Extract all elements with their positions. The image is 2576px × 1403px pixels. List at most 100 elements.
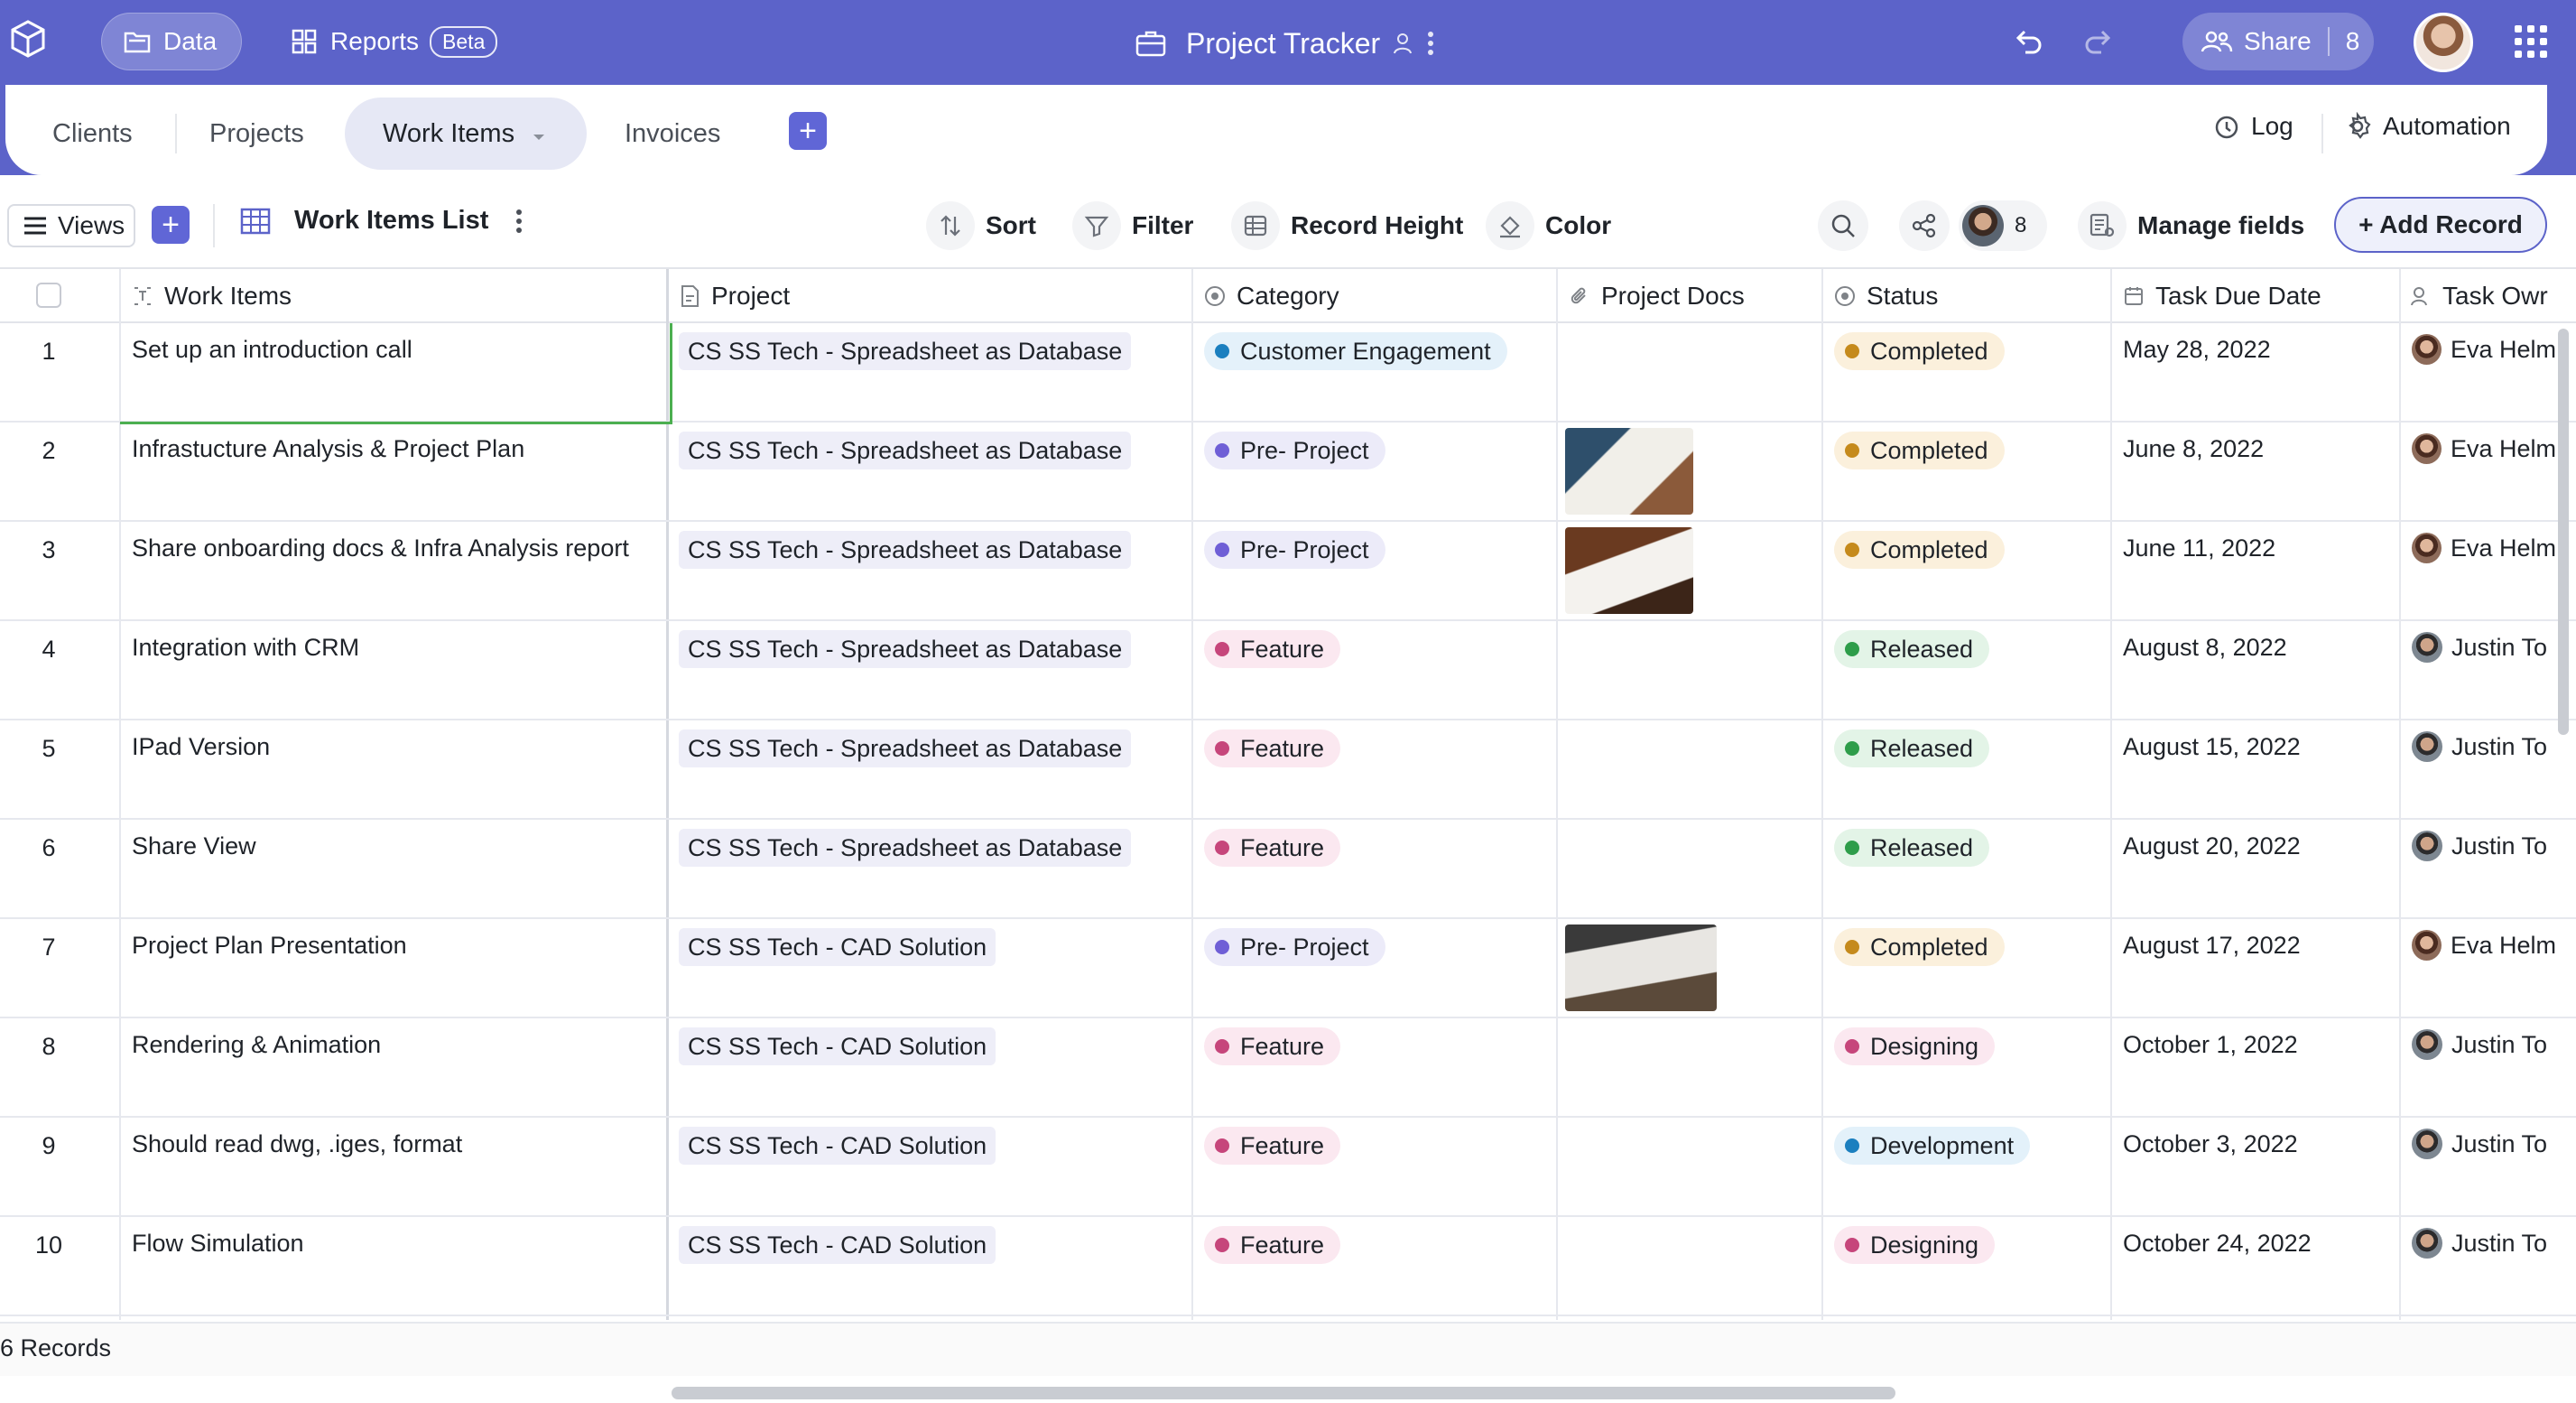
add-view-button[interactable]: + bbox=[152, 206, 190, 244]
color-button[interactable]: Color bbox=[1486, 200, 1611, 251]
tab-projects[interactable]: Projects bbox=[209, 98, 304, 170]
column-header-category[interactable]: Category bbox=[1204, 271, 1339, 321]
task-owner-cell[interactable]: Eva Helm bbox=[2412, 533, 2556, 563]
work-item-cell[interactable]: Flow Simulation bbox=[132, 1230, 655, 1258]
work-item-cell[interactable]: Share View bbox=[132, 832, 655, 860]
work-item-cell[interactable]: Project Plan Presentation bbox=[132, 932, 655, 960]
category-tag[interactable]: Pre- Project bbox=[1204, 432, 1385, 469]
document-thumbnail[interactable] bbox=[1565, 924, 1717, 1011]
project-link-tag[interactable]: CS SS Tech - Spreadsheet as Database bbox=[679, 729, 1132, 767]
redo-icon[interactable] bbox=[2083, 25, 2116, 58]
task-owner-cell[interactable]: Justin To bbox=[2412, 1029, 2556, 1060]
status-tag[interactable]: Completed bbox=[1834, 332, 2005, 370]
category-tag[interactable]: Feature bbox=[1204, 829, 1341, 867]
task-owner-cell[interactable]: Justin To bbox=[2412, 731, 2556, 762]
project-link-tag[interactable]: CS SS Tech - CAD Solution bbox=[679, 1027, 996, 1065]
status-tag[interactable]: Released bbox=[1834, 829, 1990, 867]
share-button[interactable]: Share 8 bbox=[2182, 13, 2374, 70]
work-item-cell[interactable]: Should read dwg, .iges, format bbox=[132, 1130, 655, 1158]
data-nav-button[interactable]: Data bbox=[101, 13, 242, 70]
select-all-checkbox[interactable] bbox=[36, 283, 61, 308]
work-item-cell[interactable]: Share onboarding docs & Infra Analysis r… bbox=[132, 534, 655, 562]
project-link-tag[interactable]: CS SS Tech - Spreadsheet as Database bbox=[679, 630, 1132, 668]
collaborator-icon[interactable] bbox=[1393, 32, 1414, 55]
document-thumbnail[interactable] bbox=[1565, 527, 1693, 614]
due-date-cell[interactable]: June 8, 2022 bbox=[2123, 435, 2264, 463]
user-avatar[interactable] bbox=[2414, 13, 2473, 72]
due-date-cell[interactable]: May 28, 2022 bbox=[2123, 336, 2271, 364]
due-date-cell[interactable]: August 20, 2022 bbox=[2123, 832, 2301, 860]
project-link-tag[interactable]: CS SS Tech - Spreadsheet as Database bbox=[679, 829, 1132, 867]
due-date-cell[interactable]: August 8, 2022 bbox=[2123, 634, 2287, 662]
tab-invoices[interactable]: Invoices bbox=[625, 98, 720, 170]
apps-grid-icon[interactable] bbox=[2515, 25, 2547, 58]
project-link-tag[interactable]: CS SS Tech - CAD Solution bbox=[679, 1226, 996, 1264]
chevron-down-icon[interactable] bbox=[533, 133, 545, 142]
due-date-cell[interactable]: October 24, 2022 bbox=[2123, 1230, 2312, 1258]
task-owner-cell[interactable]: Justin To bbox=[2412, 632, 2556, 663]
more-vertical-icon[interactable] bbox=[1427, 31, 1434, 56]
task-owner-cell[interactable]: Eva Helm bbox=[2412, 930, 2556, 961]
category-tag[interactable]: Feature bbox=[1204, 1127, 1341, 1165]
status-tag[interactable]: Released bbox=[1834, 729, 1990, 767]
due-date-cell[interactable]: June 11, 2022 bbox=[2123, 534, 2275, 562]
column-header-project-docs[interactable]: Project Docs bbox=[1569, 271, 1745, 321]
due-date-cell[interactable]: August 15, 2022 bbox=[2123, 733, 2301, 761]
manage-fields-button[interactable]: Manage fields bbox=[2078, 200, 2304, 251]
project-link-tag[interactable]: CS SS Tech - CAD Solution bbox=[679, 928, 996, 966]
more-vertical-icon[interactable] bbox=[515, 209, 523, 234]
vertical-scrollbar[interactable] bbox=[2558, 329, 2569, 735]
tab-clients[interactable]: Clients bbox=[52, 98, 133, 170]
search-button[interactable] bbox=[1818, 200, 1868, 251]
column-header-work-items[interactable]: Work Items bbox=[132, 271, 292, 321]
column-header-project[interactable]: Project bbox=[679, 271, 790, 321]
document-thumbnail[interactable] bbox=[1565, 428, 1693, 515]
column-header-task-due-date[interactable]: Task Due Date bbox=[2123, 271, 2321, 321]
task-owner-cell[interactable]: Justin To bbox=[2412, 1129, 2556, 1159]
column-header-task-owner[interactable]: Task Owr bbox=[2410, 271, 2548, 321]
due-date-cell[interactable]: August 17, 2022 bbox=[2123, 932, 2301, 960]
category-tag[interactable]: Customer Engagement bbox=[1204, 332, 1507, 370]
status-tag[interactable]: Completed bbox=[1834, 432, 2005, 469]
work-item-cell[interactable]: IPad Version bbox=[132, 733, 655, 761]
category-tag[interactable]: Pre- Project bbox=[1204, 531, 1385, 569]
column-header-status[interactable]: Status bbox=[1834, 271, 1938, 321]
tab-work-items[interactable]: Work Items bbox=[345, 98, 587, 170]
share-view-button[interactable] bbox=[1899, 200, 1950, 251]
add-record-button[interactable]: + Add Record bbox=[2334, 197, 2547, 253]
filter-button[interactable]: Filter bbox=[1072, 200, 1193, 251]
horizontal-scrollbar[interactable] bbox=[672, 1387, 1895, 1399]
reports-nav-button[interactable]: Reports Beta bbox=[282, 13, 506, 70]
status-tag[interactable]: Designing bbox=[1834, 1226, 1996, 1264]
app-logo-icon[interactable] bbox=[7, 18, 49, 60]
project-link-tag[interactable]: CS SS Tech - Spreadsheet as Database bbox=[679, 531, 1132, 569]
task-owner-cell[interactable]: Justin To bbox=[2412, 831, 2556, 861]
status-tag[interactable]: Development bbox=[1834, 1127, 2031, 1165]
current-view[interactable]: Work Items List bbox=[240, 206, 523, 236]
category-tag[interactable]: Feature bbox=[1204, 1226, 1341, 1264]
task-owner-cell[interactable]: Eva Helm bbox=[2412, 334, 2556, 365]
status-tag[interactable]: Completed bbox=[1834, 928, 2005, 966]
collaborators-button[interactable]: 8 bbox=[1959, 200, 2047, 251]
log-button[interactable]: Log bbox=[2213, 112, 2293, 141]
base-title[interactable]: Project Tracker bbox=[1135, 20, 1434, 67]
category-tag[interactable]: Feature bbox=[1204, 630, 1341, 668]
work-item-cell[interactable]: Infrastucture Analysis & Project Plan bbox=[132, 435, 655, 463]
work-item-cell[interactable]: Integration with CRM bbox=[132, 634, 655, 662]
due-date-cell[interactable]: October 1, 2022 bbox=[2123, 1031, 2298, 1059]
sort-button[interactable]: Sort bbox=[926, 200, 1036, 251]
category-tag[interactable]: Feature bbox=[1204, 729, 1341, 767]
work-item-cell[interactable]: Rendering & Animation bbox=[132, 1031, 655, 1059]
record-height-button[interactable]: Record Height bbox=[1231, 200, 1463, 251]
due-date-cell[interactable]: October 3, 2022 bbox=[2123, 1130, 2298, 1158]
category-tag[interactable]: Pre- Project bbox=[1204, 928, 1385, 966]
task-owner-cell[interactable]: Justin To bbox=[2412, 1228, 2556, 1259]
status-tag[interactable]: Released bbox=[1834, 630, 1990, 668]
status-tag[interactable]: Designing bbox=[1834, 1027, 1996, 1065]
status-tag[interactable]: Completed bbox=[1834, 531, 2005, 569]
undo-icon[interactable] bbox=[2011, 25, 2043, 58]
add-table-button[interactable]: + bbox=[789, 112, 827, 150]
project-link-tag[interactable]: CS SS Tech - CAD Solution bbox=[679, 1127, 996, 1165]
task-owner-cell[interactable]: Eva Helm bbox=[2412, 433, 2556, 464]
project-link-tag[interactable]: CS SS Tech - Spreadsheet as Database bbox=[679, 432, 1132, 469]
